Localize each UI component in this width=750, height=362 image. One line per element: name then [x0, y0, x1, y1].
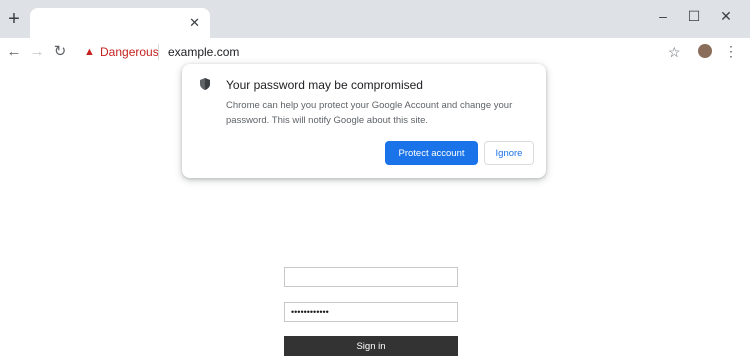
reload-icon[interactable]: ↻ — [52, 43, 68, 61]
omnibox[interactable]: ▲ Dangerous example.com ☆ — [76, 41, 696, 63]
password-field[interactable] — [284, 302, 458, 322]
back-arrow-icon[interactable]: ← — [6, 43, 22, 61]
security-label[interactable]: Dangerous — [100, 45, 159, 59]
forward-arrow-icon[interactable]: → — [29, 43, 45, 61]
star-icon[interactable]: ☆ — [668, 43, 681, 61]
warning-icon: ▲ — [84, 46, 95, 58]
window-close-icon[interactable]: ✕ — [718, 8, 734, 24]
maximize-icon[interactable]: ☐ — [686, 8, 702, 24]
minimize-icon[interactable]: – — [655, 8, 671, 24]
protect-account-button[interactable]: Protect account — [385, 141, 478, 165]
omnibox-divider — [158, 44, 159, 60]
tab-close-icon[interactable]: ✕ — [189, 15, 200, 31]
url-text[interactable]: example.com — [168, 45, 239, 59]
more-menu-icon[interactable]: ⋮ — [724, 42, 738, 60]
bubble-body: Chrome can help you protect your Google … — [226, 100, 513, 126]
toolbar: ← → ↻ ▲ Dangerous example.com ☆ — [0, 38, 750, 66]
active-tab[interactable]: ✕ — [30, 8, 210, 38]
tab-strip: + ✕ – ☐ ✕ — [0, 0, 750, 38]
avatar-icon[interactable] — [698, 44, 712, 58]
ignore-button[interactable]: Ignore — [484, 141, 534, 165]
sign-in-button[interactable]: Sign in — [284, 336, 458, 356]
password-alert-bubble: Your password may be compromised Chrome … — [182, 64, 546, 178]
username-field[interactable] — [284, 267, 458, 287]
shield-icon — [200, 78, 210, 90]
bubble-title: Your password may be compromised — [226, 78, 423, 92]
new-tab-button[interactable]: + — [6, 9, 22, 29]
